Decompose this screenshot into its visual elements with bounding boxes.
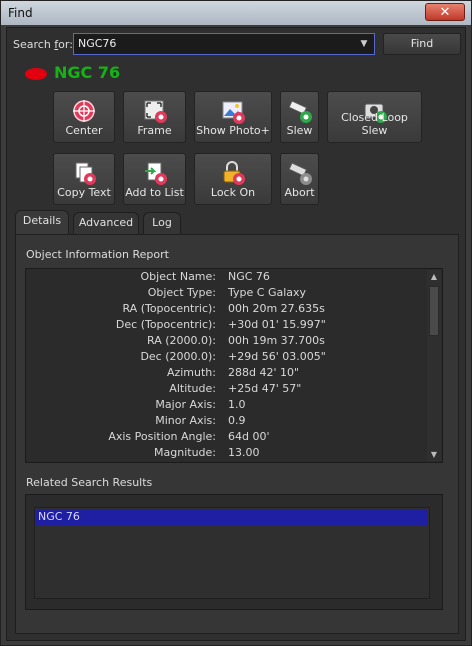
frame-button[interactable]: Frame xyxy=(123,91,186,143)
report-value: Type C Galaxy xyxy=(228,286,307,299)
report-value: 00h 19m 37.700s xyxy=(228,334,325,347)
report-scrollbar[interactable]: ▲ ▼ xyxy=(427,270,441,461)
report-label: Axis Position Angle: xyxy=(108,430,216,443)
show-photo-button[interactable]: Show Photo+ xyxy=(194,91,272,143)
tab-advanced[interactable]: Advanced xyxy=(73,212,139,234)
copy-icon xyxy=(75,162,96,185)
report-value: +25d 47' 57" xyxy=(228,382,302,395)
add-to-list-icon xyxy=(144,162,167,185)
frame-label: Frame xyxy=(137,124,172,137)
report-label: RA (Topocentric): xyxy=(122,302,216,315)
report-row: RA (Topocentric): 00h 20m 27.635s xyxy=(26,302,424,318)
scroll-down-icon[interactable]: ▼ xyxy=(427,448,441,461)
lock-on-button[interactable]: Lock On xyxy=(194,153,272,205)
report-value: 00h 20m 27.635s xyxy=(228,302,325,315)
report-row: Minor Axis: 0.9 xyxy=(26,414,424,430)
related-results-title: Related Search Results xyxy=(26,476,153,489)
object-name: NGC 76 xyxy=(54,63,121,82)
report-row: Dec (Topocentric): +30d 01' 15.997" xyxy=(26,318,424,334)
abort-label: Abort xyxy=(284,186,315,199)
scroll-thumb[interactable] xyxy=(429,286,439,336)
abort-telescope-icon xyxy=(287,162,312,185)
add-to-list-button[interactable]: Add to List xyxy=(123,153,186,205)
report-title: Object Information Report xyxy=(26,248,169,261)
report-row: Object Name: NGC 76 xyxy=(26,270,424,286)
report-value: 0.9 xyxy=(228,414,246,427)
report-row: RA (2000.0): 00h 19m 37.700s xyxy=(26,334,424,350)
report-row: Azimuth: 288d 42' 10" xyxy=(26,366,424,382)
search-value: NGC76 xyxy=(78,37,117,50)
report-label: Object Name: xyxy=(140,270,216,283)
closed-loop-slew-label: Closed Loop Slew xyxy=(341,111,408,137)
report-row: Major Axis: 1.0 xyxy=(26,398,424,414)
report-row: Altitude: +25d 47' 57" xyxy=(26,382,424,398)
report-label: Azimuth: xyxy=(166,366,216,379)
find-button[interactable]: Find xyxy=(383,33,461,55)
report-value: 288d 42' 10" xyxy=(228,366,300,379)
report-label: RA (2000.0): xyxy=(147,334,216,347)
closed-loop-slew-button[interactable]: Closed Loop Slew xyxy=(327,91,422,143)
related-results-group: NGC 76 xyxy=(25,494,443,610)
report-row: Axis Position Angle: 64d 00' xyxy=(26,430,424,446)
tab-details[interactable]: Details xyxy=(15,210,69,235)
copy-text-button[interactable]: Copy Text xyxy=(53,153,115,205)
add-to-list-label: Add to List xyxy=(125,186,184,199)
telescope-icon xyxy=(287,100,312,123)
report-label: Object Type: xyxy=(147,286,216,299)
report-value: +30d 01' 15.997" xyxy=(228,318,326,331)
find-window: Find ✕ Search for: NGC76 ▼ Find NGC 76 C… xyxy=(0,0,472,646)
report-value: NGC 76 xyxy=(228,270,270,283)
list-item[interactable]: NGC 76 xyxy=(36,509,428,525)
object-information-report[interactable]: Object Name: NGC 76 Object Type: Type C Ga… xyxy=(25,268,443,463)
report-label: Magnitude: xyxy=(154,446,216,459)
search-input[interactable]: NGC76 ▼ xyxy=(73,33,375,55)
dropdown-arrow-icon[interactable]: ▼ xyxy=(356,36,372,52)
tab-log[interactable]: Log xyxy=(143,212,181,234)
report-value: +29d 56' 03.005" xyxy=(228,350,326,363)
report-row: Dec (2000.0): +29d 56' 03.005" xyxy=(26,350,424,366)
report-label: Dec (2000.0): xyxy=(140,350,216,363)
report-value: 64d 00' xyxy=(228,430,270,443)
abort-button[interactable]: Abort xyxy=(280,153,319,205)
related-results-list[interactable]: NGC 76 xyxy=(34,507,430,599)
lock-on-label: Lock On xyxy=(210,186,256,199)
report-label: Dec (Topocentric): xyxy=(115,318,216,331)
show-photo-label: Show Photo+ xyxy=(196,124,270,137)
scroll-up-icon[interactable]: ▲ xyxy=(427,270,441,283)
report-row: Object Type: Type C Galaxy xyxy=(26,286,424,302)
center-button[interactable]: Center xyxy=(53,91,115,143)
report-label: Altitude: xyxy=(169,382,216,395)
photo-icon xyxy=(222,101,245,124)
window-body: Search for: NGC76 ▼ Find NGC 76 Center F… xyxy=(6,27,466,641)
slew-label: Slew xyxy=(286,124,313,137)
target-icon xyxy=(73,100,95,122)
lock-icon xyxy=(223,161,245,185)
window-title: Find xyxy=(8,6,33,20)
report-value: 13.00 xyxy=(228,446,260,459)
report-label: Minor Axis: xyxy=(155,414,216,427)
status-indicator-icon xyxy=(25,68,47,80)
frame-icon xyxy=(144,100,167,123)
report-row: Magnitude: 13.00 xyxy=(26,446,424,462)
report-value: 1.0 xyxy=(228,398,246,411)
report-label: Major Axis: xyxy=(155,398,216,411)
copy-text-label: Copy Text xyxy=(57,186,111,199)
slew-button[interactable]: Slew xyxy=(280,91,319,143)
center-label: Center xyxy=(65,124,103,137)
title-bar: Find ✕ xyxy=(1,1,471,25)
search-label: Search for: xyxy=(13,38,73,51)
close-button[interactable]: ✕ xyxy=(425,3,465,21)
